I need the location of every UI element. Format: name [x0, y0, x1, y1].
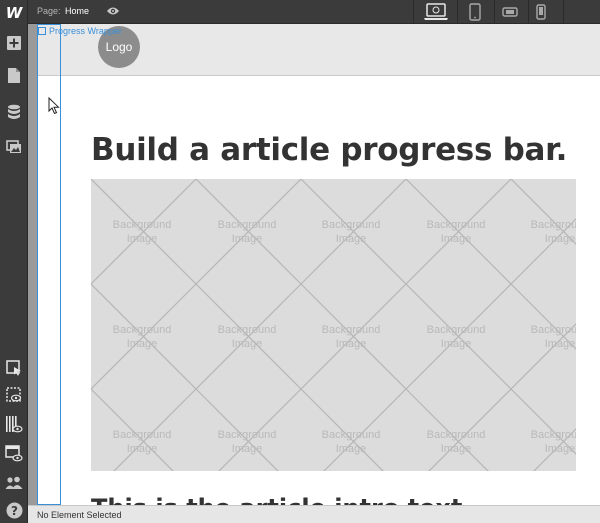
bg-image-label: BackgroundImage [112, 219, 172, 245]
status-text: No Element Selected [37, 510, 122, 520]
grid-preview-icon[interactable] [0, 411, 28, 437]
add-element-icon[interactable] [0, 30, 28, 56]
assets-icon[interactable] [0, 134, 28, 160]
status-bar: No Element Selected [28, 505, 600, 523]
preview-eye-icon[interactable] [104, 3, 122, 19]
mobile-portrait-view-icon[interactable] [523, 0, 559, 24]
brand-mark: W [5, 4, 23, 22]
bg-image-label: BackgroundImage [321, 324, 381, 350]
article-intro-text[interactable]: This is the article intro text. [91, 494, 471, 505]
cms-icon[interactable] [0, 99, 28, 125]
element-square-icon [38, 27, 46, 35]
article-headline[interactable]: Build a article progress bar. [91, 132, 567, 168]
page-label: Page: [37, 6, 61, 16]
bg-image-label: BackgroundImage [426, 429, 486, 455]
tool-rail: W ? [0, 0, 28, 523]
selection-tag: Progress Wrapper [38, 26, 122, 36]
desktop-view-icon[interactable] [418, 0, 454, 24]
selection-tag-label: Progress Wrapper [49, 26, 122, 36]
svg-text:?: ? [11, 503, 18, 517]
bg-image-label: BackgroundImage [426, 219, 486, 245]
bg-image-label: BackgroundImage [112, 324, 172, 350]
bg-image-label: BackgroundImage [217, 219, 277, 245]
bg-image-label: BackgroundImage [530, 324, 576, 350]
top-bar: Page: Home [28, 0, 600, 24]
bg-image-label: BackgroundImage [112, 429, 172, 455]
interactions-icon[interactable] [0, 440, 28, 466]
bg-image-label: BackgroundImage [217, 429, 277, 455]
users-icon[interactable] [0, 470, 28, 496]
bg-image-label: BackgroundImage [217, 324, 277, 350]
tablet-view-icon[interactable] [457, 0, 493, 24]
help-icon[interactable]: ? [0, 497, 28, 523]
page-selector[interactable]: Home [65, 6, 89, 16]
bg-image-label: BackgroundImage [530, 429, 576, 455]
canvas-gutter [28, 24, 37, 505]
hero-background-image[interactable]: Background Image Background Image Backgrou… [91, 179, 576, 471]
bg-image-label: BackgroundImage [321, 429, 381, 455]
bg-image-label: BackgroundImage [530, 219, 576, 245]
design-canvas[interactable]: Logo Build a article progress bar. Backg… [28, 24, 600, 505]
mouse-cursor-icon [48, 96, 60, 120]
webflow-logo-icon[interactable]: W [0, 0, 28, 26]
bg-image-label: BackgroundImage [426, 324, 486, 350]
preview-box-icon[interactable] [0, 382, 28, 408]
bg-image-label: BackgroundImage [321, 219, 381, 245]
pages-icon[interactable] [0, 62, 28, 88]
selector-icon[interactable] [0, 355, 28, 381]
